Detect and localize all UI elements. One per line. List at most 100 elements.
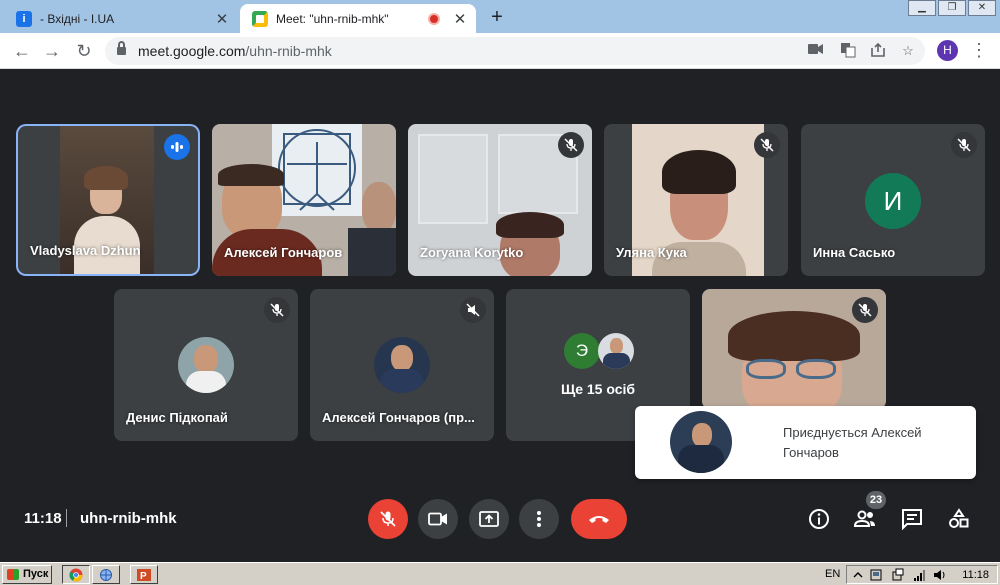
meeting-details-button[interactable] <box>806 506 832 532</box>
volume-icon <box>934 570 945 580</box>
tab-title: Meet: "uhn-rnib-mhk" <box>276 11 389 26</box>
participant-tile[interactable] <box>702 289 886 409</box>
new-tab-button[interactable]: + <box>487 6 507 29</box>
chat-icon <box>902 509 922 530</box>
joining-participant-avatar <box>670 411 732 473</box>
participant-name: Алексей Гончаров (пр... <box>322 410 475 425</box>
mic-off-icon <box>380 511 396 527</box>
url-path: /uhn-rnib-mhk <box>245 43 332 59</box>
powerpoint-taskbar-button[interactable]: P <box>130 565 158 584</box>
present-screen-button[interactable] <box>469 499 509 539</box>
address-bar[interactable]: meet.google.com/uhn-rnib-mhk ☆ <box>105 37 925 65</box>
participant-hair <box>728 311 860 361</box>
browser-menu-icon[interactable]: ⋮ <box>970 40 988 60</box>
camera-permission-icon[interactable] <box>807 42 825 60</box>
mic-muted-icon <box>852 297 878 323</box>
participant-tile[interactable]: Денис Підкопай <box>114 289 298 441</box>
info-icon <box>809 509 829 529</box>
profile-avatar[interactable]: H <box>937 40 958 61</box>
chrome-icon <box>69 568 83 581</box>
meeting-clock: 11:18 <box>24 510 62 527</box>
language-indicator[interactable]: EN <box>825 568 840 580</box>
present-screen-icon <box>479 511 499 527</box>
meeting-code: uhn-rnib-mhk <box>80 510 177 527</box>
participant-tile[interactable]: Алексей Гончаров (пр... <box>310 289 494 441</box>
svg-text:P: P <box>140 571 147 582</box>
explorer-taskbar-button[interactable] <box>92 565 120 584</box>
restore-button[interactable]: ❐ <box>938 0 966 16</box>
vitruvian-poster <box>272 124 362 216</box>
translate-icon[interactable] <box>839 42 857 60</box>
recording-indicator-icon <box>428 12 440 25</box>
participant-hair <box>218 164 284 186</box>
share-icon[interactable] <box>869 42 887 60</box>
tab-google-meet[interactable]: Meet: "uhn-rnib-mhk" ✕ <box>240 4 476 33</box>
iua-favicon-icon: i <box>16 10 32 27</box>
leave-call-button[interactable] <box>571 499 627 539</box>
cabinet-door <box>418 134 488 224</box>
window-controls: ▁ ❐ ✕ <box>908 0 996 16</box>
back-arrow-icon[interactable]: ← <box>10 39 34 63</box>
tray-network-icon <box>892 568 904 581</box>
participant-name: Денис Підкопай <box>126 410 228 425</box>
participant-avatar: И <box>865 173 921 229</box>
more-vert-icon <box>537 511 541 527</box>
tab-iua-inbox[interactable]: i - Вхідні - I.UA ✕ <box>6 4 238 33</box>
second-person-face <box>362 182 396 232</box>
toggle-microphone-button[interactable] <box>368 499 408 539</box>
video-camera-icon <box>428 512 447 526</box>
chat-button[interactable] <box>899 506 925 532</box>
lock-icon <box>117 41 126 56</box>
participants-button[interactable] <box>852 506 878 532</box>
mic-muted-icon <box>754 132 780 158</box>
divider <box>66 509 67 527</box>
activities-shapes-icon <box>949 508 969 528</box>
url-text: meet.google.com/uhn-rnib-mhk <box>138 43 332 59</box>
participant-name: Уляна Кука <box>616 245 687 260</box>
close-tab-icon[interactable]: ✕ <box>212 10 232 28</box>
chrome-taskbar-button[interactable] <box>62 565 90 584</box>
explorer-icon <box>100 568 112 581</box>
participant-count-badge: 23 <box>866 491 886 509</box>
tray-device-icon <box>870 569 882 581</box>
system-tray: 11:18 <box>846 565 998 584</box>
tray-expand-icon <box>853 572 863 578</box>
participant-tile[interactable]: Vladyslava Dzhun <box>18 126 198 274</box>
participant-hair <box>496 212 564 238</box>
minimize-button[interactable]: ▁ <box>908 0 936 16</box>
more-options-button[interactable] <box>519 499 559 539</box>
forward-arrow-icon[interactable]: → <box>40 39 64 63</box>
join-notification-toast: Приєднується Алексей Гончаров <box>635 406 976 479</box>
url-host: meet.google.com <box>138 43 246 59</box>
hang-up-icon <box>589 516 609 523</box>
participant-name: Алексей Гончаров <box>224 245 343 260</box>
participant-hair <box>84 166 128 190</box>
google-meet-favicon-icon <box>252 10 268 27</box>
audio-off-icon <box>460 297 486 323</box>
activities-button[interactable] <box>946 506 972 532</box>
mic-muted-icon <box>264 297 290 323</box>
participant-avatar <box>374 337 430 393</box>
people-icon <box>853 510 875 527</box>
start-button[interactable]: Пуск <box>2 565 52 584</box>
participant-tile[interactable]: Zoryana Korytko <box>408 124 592 276</box>
windows-taskbar: Пуск P EN 11:18 <box>0 562 1000 585</box>
close-window-button[interactable]: ✕ <box>968 0 996 16</box>
participant-tile[interactable]: Уляна Кука <box>604 124 788 276</box>
more-participants-label: Ще 15 осіб <box>560 381 636 397</box>
participant-tile[interactable]: Алексей Гончаров <box>212 124 396 276</box>
reload-icon[interactable]: ↻ <box>72 39 96 63</box>
taskbar-clock: 11:18 <box>962 569 989 581</box>
participant-hair <box>662 150 736 194</box>
participant-avatar <box>598 333 634 369</box>
speaking-indicator-icon <box>164 134 190 160</box>
toggle-camera-button[interactable] <box>418 499 458 539</box>
participant-name: Vladyslava Dzhun <box>30 243 141 258</box>
participant-avatar <box>178 337 234 393</box>
bookmark-star-icon[interactable]: ☆ <box>899 42 917 60</box>
browser-tab-strip: i - Вхідні - I.UA ✕ Meet: "uhn-rnib-mhk"… <box>0 0 1000 33</box>
mic-muted-icon <box>558 132 584 158</box>
participant-tile[interactable]: И Инна Сасько <box>801 124 985 276</box>
participant-name: Zoryana Korytko <box>420 245 524 260</box>
close-tab-icon[interactable]: ✕ <box>450 10 470 28</box>
